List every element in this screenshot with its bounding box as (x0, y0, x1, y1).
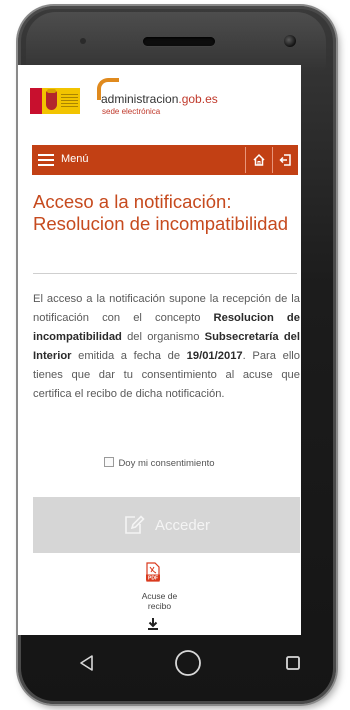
home-circle-icon (175, 650, 201, 676)
logout-icon (279, 154, 291, 166)
menu-label[interactable]: Menú (61, 153, 89, 165)
menu-bar: Menú (32, 145, 298, 175)
edit-icon (125, 515, 145, 534)
recents-button[interactable] (280, 648, 306, 678)
hamburger-icon[interactable] (38, 154, 54, 166)
recents-square-icon (286, 656, 300, 670)
spain-government-logo[interactable] (30, 88, 80, 114)
title-divider (33, 273, 297, 274)
notification-date: 19/01/2017 (186, 350, 243, 362)
pdf-badge-text: PDF (148, 576, 158, 582)
earpiece-speaker (143, 37, 215, 46)
brand-subtitle: sede electrónica (102, 107, 161, 116)
acuse-label-line1: Acuse de (141, 591, 178, 601)
acuse-label-line2: recibo (147, 601, 172, 611)
back-triangle-icon (80, 655, 93, 671)
acuse-de-recibo-link[interactable]: Acuse de recibo (18, 591, 301, 611)
site-header: administracion.gob.es sede electrónica (18, 65, 301, 141)
home-nav-button[interactable] (171, 648, 205, 678)
coat-of-arms-icon (46, 91, 57, 110)
crown-icon (47, 89, 56, 93)
description-text: emitida a fecha de (71, 350, 187, 362)
consent-label[interactable]: Doy mi consentimiento (118, 458, 214, 469)
acceder-label: Acceder (154, 516, 211, 534)
notification-description: El acceso a la notificación supone la re… (33, 290, 300, 404)
pdf-file-icon[interactable]: PDF (146, 562, 160, 582)
phone-screen: administracion.gob.es sede electrónica M… (18, 65, 301, 635)
download-icon[interactable] (148, 617, 158, 630)
consent-checkbox[interactable] (104, 457, 115, 467)
front-camera (284, 35, 296, 47)
home-icon (253, 153, 265, 166)
brand-suffix: .gob.es (178, 92, 218, 106)
home-button[interactable] (246, 145, 272, 175)
brand-wordmark[interactable]: administracion.gob.es (101, 92, 218, 106)
flag-stripe (30, 88, 42, 114)
description-text: del organismo (121, 331, 205, 343)
ministry-wordmark (61, 94, 78, 108)
brand-main: administracion (101, 92, 179, 106)
consent-row: Doy mi consentimiento (18, 457, 301, 469)
back-button[interactable] (72, 648, 102, 678)
logout-button[interactable] (273, 145, 299, 175)
page-title: Acceso a la notificación: Resolucion de … (33, 191, 289, 234)
proximity-sensor (80, 38, 86, 44)
acceder-button[interactable]: Acceder (33, 497, 300, 553)
